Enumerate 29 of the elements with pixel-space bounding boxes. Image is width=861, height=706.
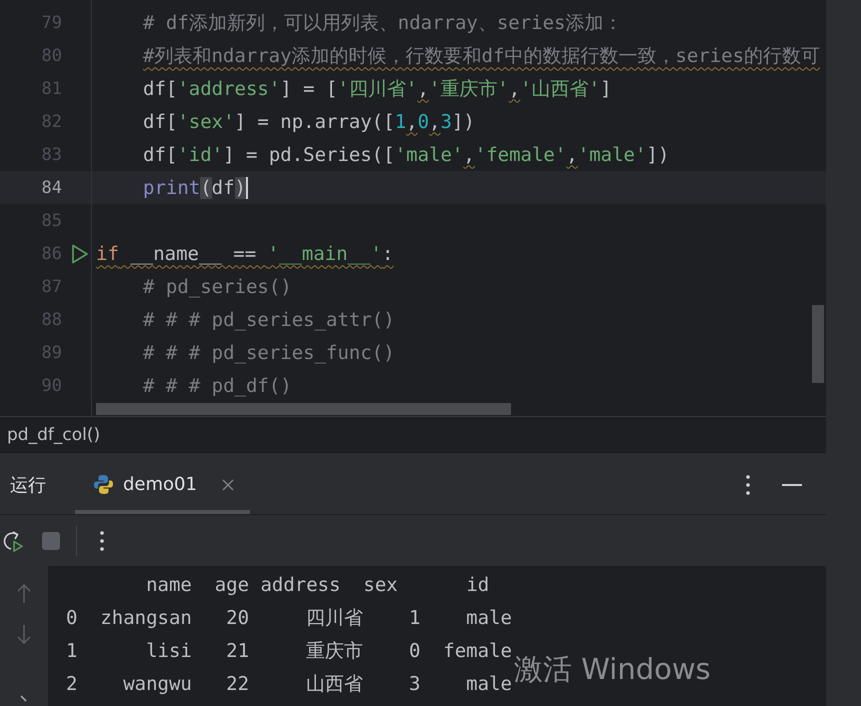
code-line: df['sex'] = np.array([1,0,3]) (143, 110, 475, 134)
code-line: if __name__ == '__main__': (96, 242, 394, 266)
code-line: # pd_series() (143, 276, 292, 300)
run-icon[interactable] (71, 244, 89, 264)
close-icon[interactable] (222, 478, 234, 490)
more-icon[interactable] (746, 474, 750, 494)
console-line: 1 lisi 21 重庆市 0 female (66, 639, 512, 664)
code-line: # # # pd_series_attr() (143, 308, 395, 332)
panel-title: 运行 (10, 474, 47, 496)
activation-notice: 激活 Windows (514, 651, 711, 688)
horizontal-scrollbar[interactable] (96, 403, 511, 415)
vertical-scrollbar[interactable] (812, 305, 824, 383)
console-line: name age address sex id (145, 573, 490, 598)
line-number: 84 (40, 178, 62, 198)
console-line: 0 zhangsan 20 四川省 1 male (66, 606, 512, 631)
code-line: # df添加新列，可以用列表、ndarray、series添加： (143, 10, 622, 36)
text-caret (246, 176, 248, 198)
file-type-icon (93, 474, 114, 495)
chevron-right-icon[interactable] (19, 695, 29, 704)
code-line: print(df) (143, 176, 246, 200)
code-line: # # # pd_df() (143, 374, 292, 398)
code-line: # # # pd_series_func() (143, 342, 395, 366)
code-line: #列表和ndarray添加的时候，行数要和df中的数据行数一致，series的行数可 (143, 44, 820, 68)
rerun-icon[interactable] (2, 530, 24, 552)
more-icon[interactable] (100, 530, 104, 550)
minimize-icon[interactable] (782, 484, 802, 486)
code-line: df['id'] = pd.Series(['male','female','male']) (143, 144, 670, 168)
console-line: 2 wangwu 22 山西省 3 male (66, 672, 512, 697)
code-line: df['address'] = ['四川省','重庆市','山西省'] (143, 76, 612, 102)
